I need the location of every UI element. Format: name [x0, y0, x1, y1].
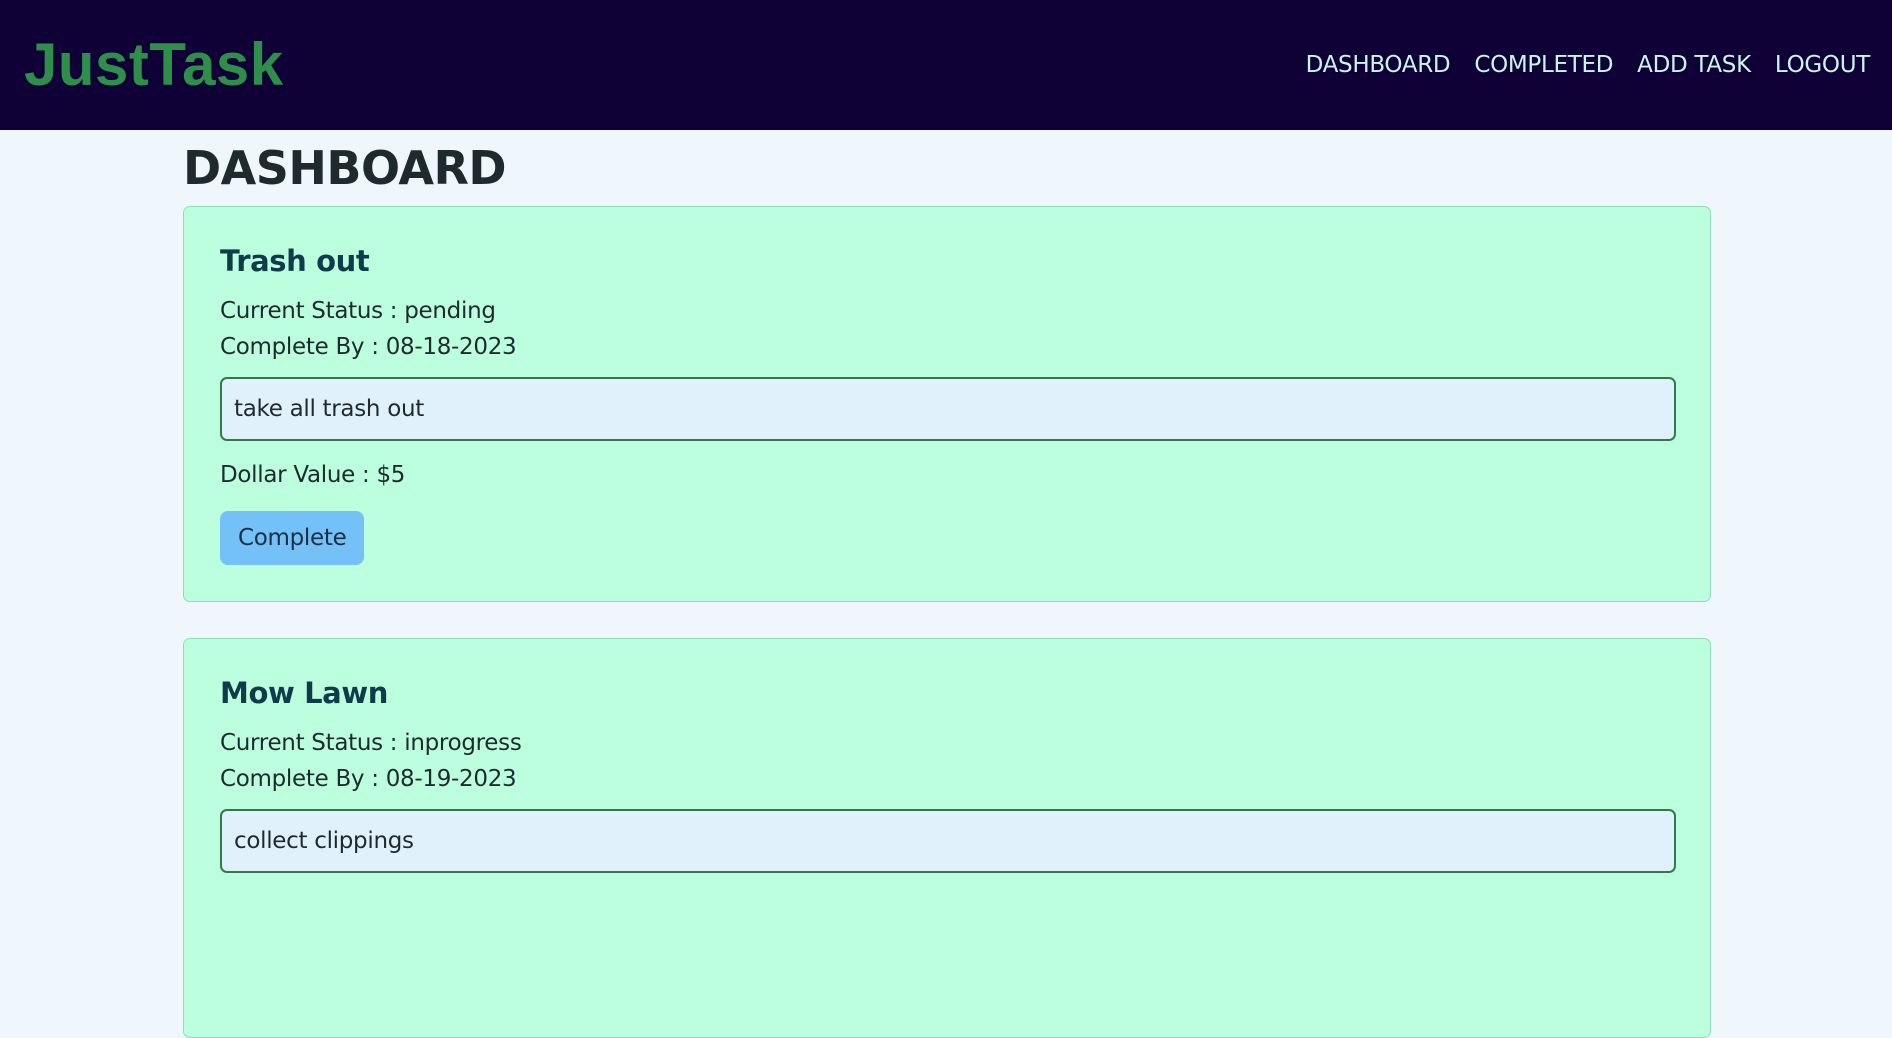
- task-title: Trash out: [220, 244, 370, 278]
- task-status: Current Status : inprogress: [220, 730, 522, 756]
- page-title: DASHBOARD: [183, 141, 507, 195]
- nav-dashboard-link[interactable]: DASHBOARD: [1294, 48, 1463, 82]
- complete-button[interactable]: Complete: [220, 511, 365, 565]
- task-description-field[interactable]: collect clippings: [220, 809, 1676, 873]
- task-description-field[interactable]: take all trash out: [220, 377, 1676, 441]
- task-title: Mow Lawn: [220, 676, 388, 710]
- brand-logo[interactable]: JustTask: [24, 30, 284, 100]
- top-navbar: JustTask DASHBOARD COMPLETED ADD TASK LO…: [0, 0, 1892, 130]
- nav-links: DASHBOARD COMPLETED ADD TASK LOGOUT: [1294, 48, 1882, 82]
- task-complete-by: Complete By : 08-19-2023: [220, 766, 517, 792]
- task-card: Mow Lawn Current Status : inprogress Com…: [183, 638, 1711, 1038]
- nav-add-task-link[interactable]: ADD TASK: [1625, 48, 1763, 82]
- task-complete-by: Complete By : 08-18-2023: [220, 334, 517, 360]
- task-status: Current Status : pending: [220, 298, 496, 324]
- nav-logout-link[interactable]: LOGOUT: [1763, 48, 1882, 82]
- nav-completed-link[interactable]: COMPLETED: [1462, 48, 1625, 82]
- main-content: DASHBOARD Trash out Current Status : pen…: [183, 130, 1713, 1038]
- task-card: Trash out Current Status : pending Compl…: [183, 206, 1711, 602]
- task-dollar-value: Dollar Value : $5: [220, 462, 406, 488]
